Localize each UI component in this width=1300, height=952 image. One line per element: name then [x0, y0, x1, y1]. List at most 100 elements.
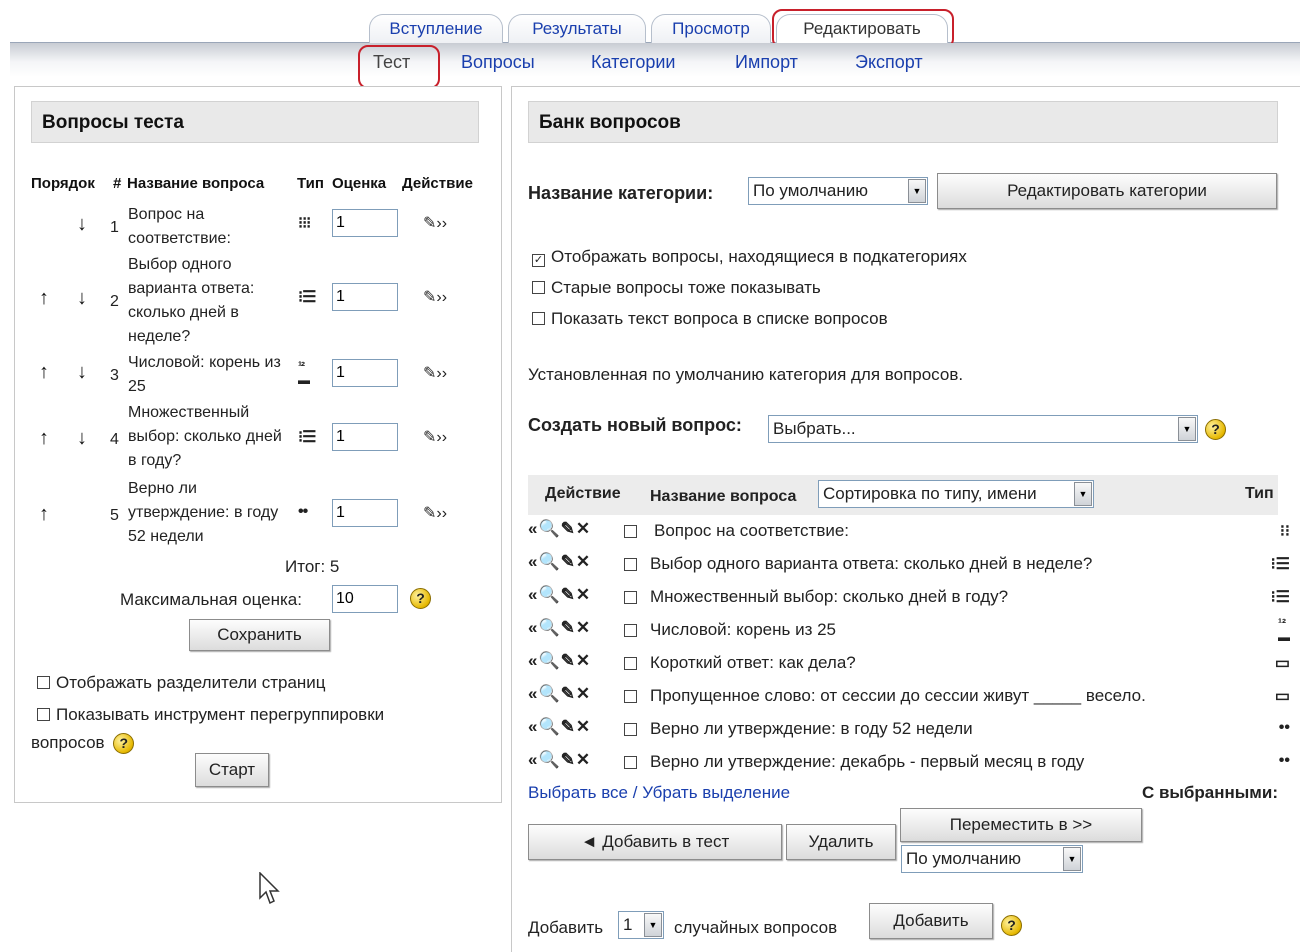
option-old-questions[interactable]: Старые вопросы тоже показывать — [532, 278, 821, 298]
move-up-icon[interactable]: ↑ — [39, 287, 49, 310]
old-questions-checkbox[interactable] — [532, 281, 545, 294]
grade-input[interactable] — [332, 283, 398, 311]
subtab-import[interactable]: Импорт — [735, 52, 798, 73]
show-regroup-label: Показывать инструмент перегруппировки — [56, 705, 385, 724]
help-icon[interactable]: ? — [1001, 915, 1022, 936]
bank-row-checkbox[interactable] — [624, 723, 637, 736]
tab-results[interactable]: Результаты — [508, 14, 646, 44]
move-up-icon[interactable]: ↑ — [39, 503, 49, 526]
chevron-down-icon: ▼ — [1074, 482, 1092, 506]
truefalse-type-icon: •• — [1278, 752, 1290, 769]
row-actions[interactable]: «🔍✎✕ — [528, 684, 591, 704]
max-grade-input[interactable] — [332, 585, 398, 613]
bank-question-name: Выбор одного варианта ответа: сколько дн… — [650, 554, 1093, 573]
row-actions[interactable]: «🔍✎✕ — [528, 750, 591, 770]
grade-input[interactable] — [332, 499, 398, 527]
bank-question-row: «🔍✎✕ Числовой: корень из 25 ¹² ▬ — [528, 616, 1290, 646]
start-button[interactable]: Старт — [195, 753, 269, 787]
bank-row-checkbox[interactable] — [624, 624, 637, 637]
deselect-link[interactable]: Убрать выделение — [642, 783, 790, 802]
selection-links: Выбрать все / Убрать выделение — [528, 783, 790, 803]
bank-panel-title: Банк вопросов — [528, 101, 1278, 143]
move-up-icon[interactable]: ↑ — [39, 427, 49, 450]
subtab-questions[interactable]: Вопросы — [461, 52, 535, 73]
matching-type-icon: ⁝⁝ — [1279, 523, 1290, 540]
help-icon[interactable]: ? — [410, 588, 431, 609]
multichoice-type-icon: ⁝☰ — [298, 289, 316, 306]
grade-input[interactable] — [332, 423, 398, 451]
bank-row-checkbox[interactable] — [624, 558, 637, 571]
bank-question-row: «🔍✎✕ Короткий ответ: как дела? ▭ — [528, 649, 1290, 679]
show-regroup-option[interactable]: Показывать инструмент перегруппировки — [37, 705, 384, 725]
move-down-icon[interactable]: ↓ — [77, 287, 87, 310]
tab-intro[interactable]: Вступление — [369, 14, 503, 44]
question-name: Верно ли утверждение: в году 52 недели — [128, 480, 279, 545]
row-actions[interactable]: «🔍✎✕ — [528, 519, 591, 539]
question-number: 5 — [110, 507, 119, 524]
move-to-button[interactable]: Переместить в >> — [900, 808, 1142, 842]
help-icon[interactable]: ? — [1205, 419, 1226, 440]
with-selected-label: С выбранными: — [1141, 783, 1278, 802]
move-down-icon[interactable]: ↓ — [77, 427, 87, 450]
edit-icon[interactable]: ✎›› — [423, 213, 447, 233]
move-target-select[interactable]: По умолчанию ▼ — [901, 845, 1083, 873]
tab-edit[interactable]: Редактировать — [776, 14, 948, 44]
grade-input[interactable] — [332, 209, 398, 237]
show-page-breaks-option[interactable]: Отображать разделители страниц — [37, 673, 326, 693]
edit-icon[interactable]: ✎›› — [423, 427, 447, 447]
edit-icon[interactable]: ✎›› — [423, 287, 447, 307]
max-grade-label: Максимальная оценка: — [120, 590, 302, 609]
bank-row-checkbox[interactable] — [624, 756, 637, 769]
option-show-text[interactable]: Показать текст вопроса в списке вопросов — [532, 309, 888, 329]
bank-row-checkbox[interactable] — [624, 525, 637, 538]
grade-input[interactable] — [332, 359, 398, 387]
subtab-export[interactable]: Экспорт — [855, 52, 923, 73]
bank-question-name: Короткий ответ: как дела? — [650, 653, 856, 672]
add-random-button[interactable]: Добавить — [869, 903, 993, 939]
option-subcategories[interactable]: ✓ Отображать вопросы, находящиеся в подка… — [532, 247, 967, 267]
show-regroup-label-cont: вопросов ? — [31, 733, 135, 755]
create-question-selected: Выбрать... — [773, 419, 856, 438]
sort-select[interactable]: Сортировка по типу, имени ▼ — [818, 480, 1094, 508]
question-name: Вопрос на соответствие: — [128, 206, 231, 247]
bank-row-checkbox[interactable] — [624, 690, 637, 703]
category-select[interactable]: По умолчанию ▼ — [748, 177, 928, 205]
subcategories-checkbox[interactable]: ✓ — [532, 254, 545, 267]
bank-row-checkbox[interactable] — [624, 657, 637, 670]
save-button[interactable]: Сохранить — [189, 619, 330, 651]
delete-button[interactable]: Удалить — [786, 824, 896, 860]
add-to-quiz-button[interactable]: ◄ Добавить в тест — [528, 824, 782, 860]
help-icon[interactable]: ? — [113, 733, 135, 755]
create-question-select[interactable]: Выбрать... ▼ — [768, 415, 1198, 443]
move-down-icon[interactable]: ↓ — [77, 213, 87, 236]
question-number: 1 — [110, 219, 119, 236]
row-actions[interactable]: «🔍✎✕ — [528, 552, 591, 572]
default-category-note: Установленная по умолчанию категория для… — [528, 365, 964, 384]
bank-row-checkbox[interactable] — [624, 591, 637, 604]
subtab-categories[interactable]: Категории — [591, 52, 675, 73]
row-actions[interactable]: «🔍✎✕ — [528, 717, 591, 737]
truefalse-type-icon: •• — [298, 503, 308, 520]
show-regroup-checkbox[interactable] — [37, 708, 50, 721]
category-label: Название категории: — [528, 183, 714, 203]
move-up-icon[interactable]: ↑ — [39, 361, 49, 384]
move-down-icon[interactable]: ↓ — [77, 361, 87, 384]
edit-icon[interactable]: ✎›› — [423, 363, 447, 383]
show-text-checkbox[interactable] — [532, 312, 545, 325]
bank-question-row: «🔍✎✕ Пропущенное слово: от сессии до сес… — [528, 682, 1290, 712]
quiz-panel-title: Вопросы теста — [31, 101, 479, 143]
show-page-breaks-checkbox[interactable] — [37, 676, 50, 689]
tab-preview[interactable]: Просмотр — [651, 14, 771, 44]
edit-icon[interactable]: ✎›› — [423, 503, 447, 523]
random-count-select[interactable]: 1 ▼ — [618, 911, 664, 939]
select-all-link[interactable]: Выбрать все — [528, 783, 628, 802]
row-actions[interactable]: «🔍✎✕ — [528, 618, 591, 638]
subtab-quiz[interactable]: Тест — [373, 52, 410, 73]
edit-categories-button[interactable]: Редактировать категории — [937, 173, 1277, 209]
row-actions[interactable]: «🔍✎✕ — [528, 651, 591, 671]
col-question-name: Название вопроса — [127, 175, 265, 192]
show-text-label: Показать текст вопроса в списке вопросов — [551, 309, 888, 328]
row-actions[interactable]: «🔍✎✕ — [528, 585, 591, 605]
move-target-selected: По умолчанию — [906, 849, 1021, 868]
bank-question-row: «🔍✎✕ Множественный выбор: сколько дней в… — [528, 583, 1290, 613]
